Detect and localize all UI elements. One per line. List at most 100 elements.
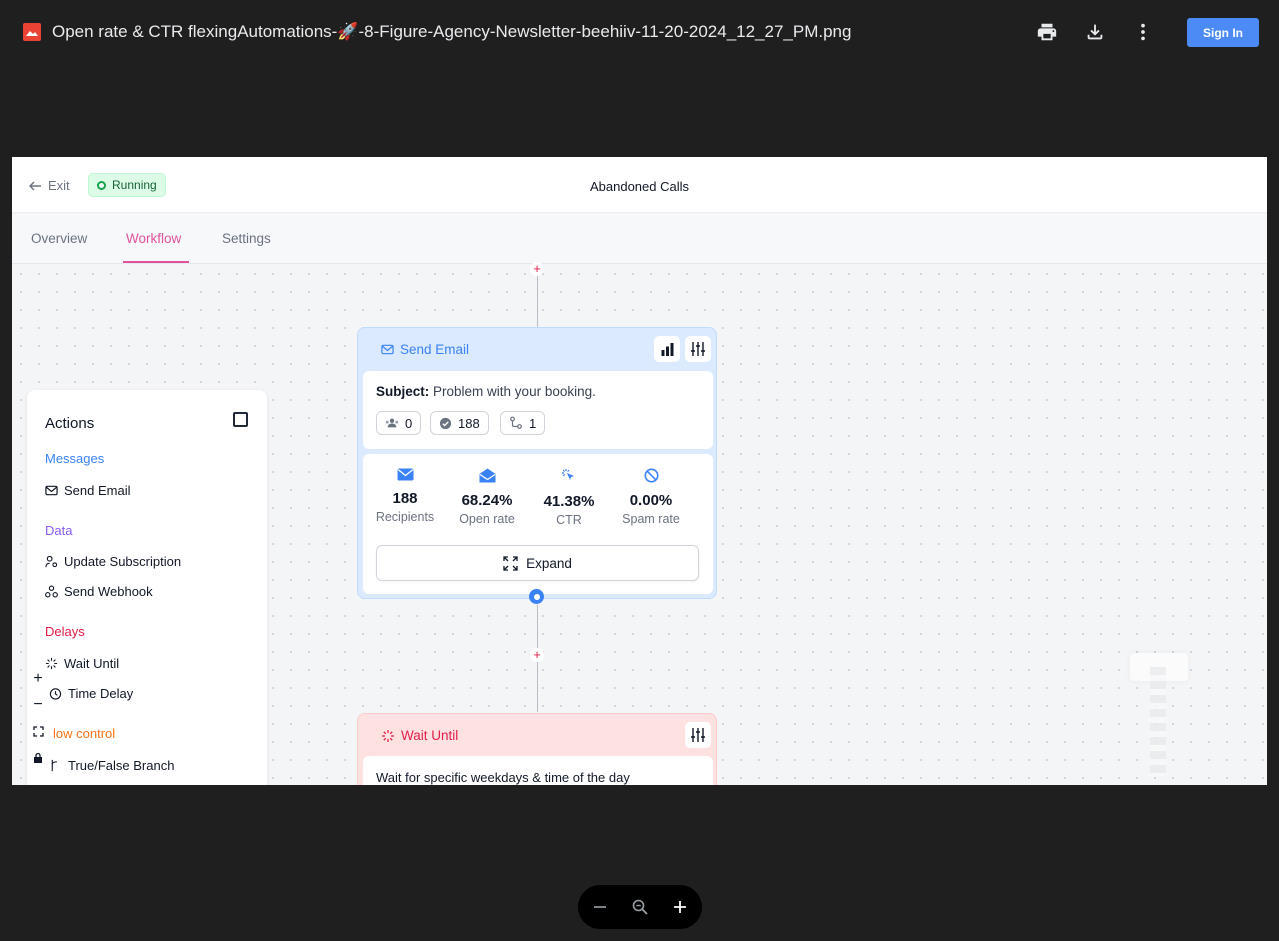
- collapse-panel-icon[interactable]: [233, 412, 248, 427]
- action-time-delay[interactable]: Time Delay: [49, 686, 133, 701]
- envelope-open-icon: [479, 468, 495, 483]
- stat-label: Recipients: [375, 510, 435, 524]
- expand-label: Expand: [526, 555, 572, 571]
- stat-value: 0.00%: [629, 492, 673, 509]
- canvas-zoom-out-icon[interactable]: −: [27, 693, 49, 717]
- mail-icon: [45, 485, 58, 496]
- wait-until-card[interactable]: Wait Until Wait for specific weekdays & …: [357, 713, 717, 785]
- stat-spam-rate: 0.00% Spam rate: [611, 468, 691, 526]
- audience-count: 0: [405, 415, 413, 431]
- timer-icon: [49, 688, 62, 700]
- screenshot-image: Exit Running Abandoned Calls Overview Wo…: [12, 157, 1267, 785]
- canvas-zoom-controls: + −: [27, 667, 49, 775]
- send-email-card[interactable]: Send Email Subject: Problem with your bo…: [357, 327, 717, 599]
- wait-description: Wait for specific weekdays & time of the…: [376, 770, 630, 785]
- canvas-zoom-in-icon[interactable]: +: [27, 667, 49, 691]
- action-label: Send Webhook: [64, 584, 153, 599]
- audience-pill: 0: [376, 411, 422, 435]
- subject-box: Subject: Problem with your booking. 0 18…: [363, 371, 713, 449]
- branch-pill: 1: [500, 411, 546, 435]
- send-email-card-title: Send Email: [381, 342, 469, 357]
- viewer-zoom-bar: [578, 885, 702, 929]
- send-email-title-text: Send Email: [400, 342, 470, 357]
- wait-until-title-text: Wait Until: [401, 728, 459, 743]
- section-messages: Messages: [45, 451, 105, 466]
- mail-icon: [381, 344, 394, 355]
- action-label: Wait Until: [64, 656, 120, 671]
- delivered-count: 188: [458, 415, 480, 431]
- stat-recipients: 188 Recipients: [365, 468, 445, 524]
- delivered-pill: 188: [430, 411, 489, 435]
- app-header: Exit Running Abandoned Calls: [12, 157, 1267, 213]
- stat-value: 41.38%: [543, 493, 595, 510]
- cursor-click-icon: [562, 469, 574, 480]
- more-vert-icon[interactable]: [1129, 18, 1157, 46]
- actions-title: Actions: [45, 415, 95, 432]
- block-icon: [644, 468, 658, 483]
- action-label: Time Delay: [68, 686, 134, 701]
- file-name: Open rate & CTR flexingAutomations-🚀-8-F…: [52, 22, 852, 41]
- image-file-icon: [23, 23, 41, 41]
- settings-sliders-button[interactable]: [685, 722, 711, 748]
- download-icon[interactable]: [1081, 18, 1109, 46]
- lock-icon[interactable]: [27, 745, 49, 769]
- stat-label: Spam rate: [622, 512, 680, 526]
- zoom-out-icon[interactable]: [588, 895, 612, 919]
- print-icon[interactable]: [1033, 18, 1061, 46]
- add-step-plus-icon[interactable]: +: [530, 262, 544, 276]
- section-data: Data: [45, 523, 73, 538]
- action-wait-until[interactable]: Wait Until: [45, 656, 119, 671]
- actions-panel: Actions Messages Send Email Data Update …: [27, 390, 267, 785]
- stat-label: Open rate: [459, 512, 515, 526]
- subject-label: Subject:: [376, 384, 430, 399]
- section-flow-control: low control: [53, 726, 116, 741]
- wait-until-card-title: Wait Until: [381, 728, 458, 743]
- add-step-plus-icon[interactable]: +: [530, 648, 544, 662]
- stat-value: 188: [392, 490, 418, 507]
- stat-value: 68.24%: [461, 492, 513, 509]
- branch-count: 1: [529, 415, 537, 431]
- stat-ctr: 41.38% CTR: [529, 468, 609, 527]
- users-icon: [385, 418, 399, 428]
- tab-workflow[interactable]: Workflow: [126, 231, 181, 246]
- tab-settings[interactable]: Settings: [222, 231, 271, 246]
- branch-icon: [51, 759, 57, 772]
- minimap-bar: [1150, 667, 1166, 777]
- active-tab-indicator: [123, 261, 189, 263]
- stats-box: 188 Recipients 68.24% Open rate 41.38% C…: [363, 454, 713, 594]
- stat-label: CTR: [556, 513, 582, 527]
- wait-description-box: Wait for specific weekdays & time of the…: [363, 756, 713, 785]
- zoom-icon[interactable]: [628, 895, 652, 919]
- action-true-false-branch[interactable]: True/False Branch: [49, 758, 174, 773]
- sliders-icon: [691, 728, 705, 742]
- action-label: True/False Branch: [68, 758, 175, 773]
- check-circle-icon: [439, 417, 452, 429]
- sliders-icon: [691, 342, 705, 356]
- settings-sliders-button[interactable]: [685, 336, 711, 362]
- envelope-icon: [397, 468, 413, 481]
- branch-icon: [510, 416, 522, 429]
- expand-icon: [503, 555, 518, 571]
- webhook-icon: [45, 585, 58, 598]
- loader-icon: [382, 729, 394, 742]
- user-settings-icon: [45, 555, 58, 568]
- action-label: Update Subscription: [64, 554, 182, 569]
- action-send-email[interactable]: Send Email: [45, 483, 130, 498]
- sign-in-button[interactable]: Sign In: [1187, 18, 1259, 47]
- subject-line: Subject: Problem with your booking.: [376, 384, 596, 399]
- action-update-subscription[interactable]: Update Subscription: [45, 554, 181, 569]
- zoom-in-icon[interactable]: [668, 895, 692, 919]
- expand-button[interactable]: Expand: [376, 545, 699, 581]
- page-title: Abandoned Calls: [589, 179, 690, 194]
- tab-bar: Overview Workflow Settings: [12, 214, 1267, 264]
- tab-overview[interactable]: Overview: [31, 231, 87, 246]
- bar-chart-icon: [661, 342, 673, 356]
- action-send-webhook[interactable]: Send Webhook: [45, 584, 153, 599]
- stat-open-rate: 68.24% Open rate: [447, 468, 527, 526]
- analytics-button[interactable]: [654, 336, 680, 362]
- section-delays: Delays: [45, 624, 85, 639]
- fit-view-icon[interactable]: [27, 719, 49, 743]
- viewer-topbar: Open rate & CTR flexingAutomations-🚀-8-F…: [0, 0, 1279, 64]
- subject-value: Problem with your booking.: [433, 384, 596, 399]
- output-handle[interactable]: [529, 589, 544, 604]
